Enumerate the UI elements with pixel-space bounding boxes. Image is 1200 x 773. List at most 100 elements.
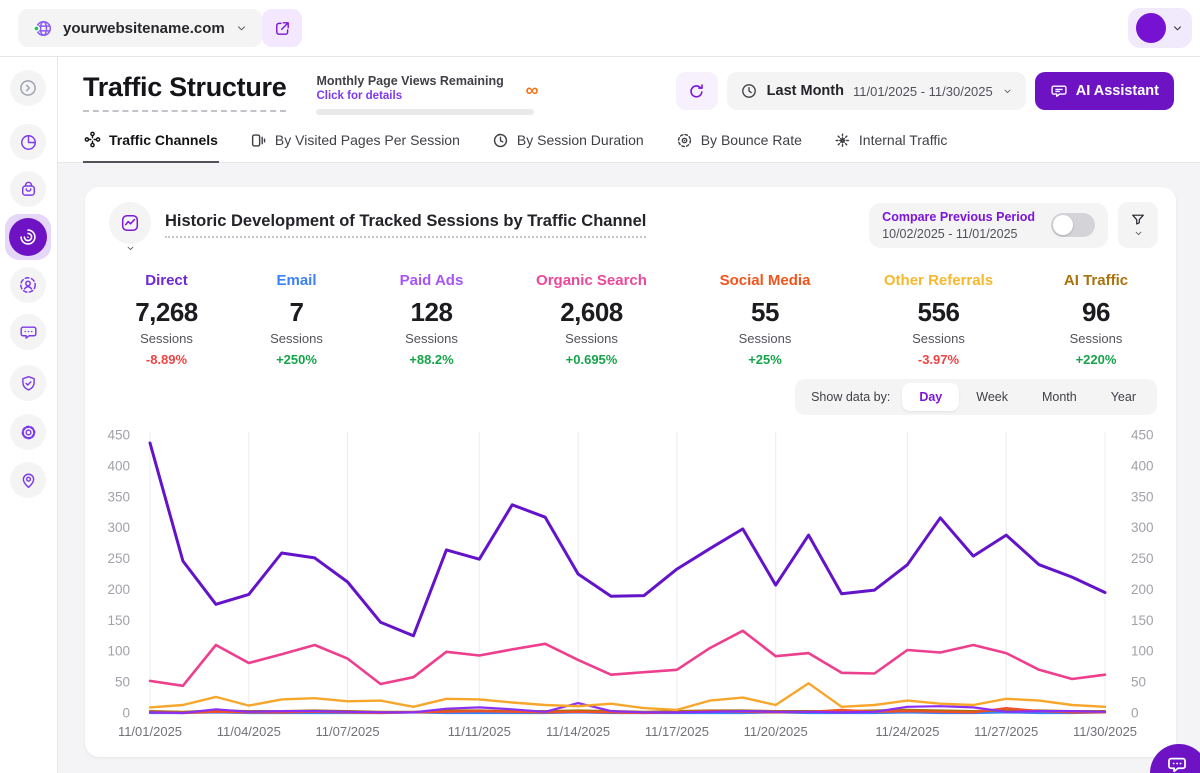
svg-text:150: 150 [107,613,130,628]
svg-text:450: 450 [1131,428,1154,443]
svg-text:11/01/2025: 11/01/2025 [118,724,182,739]
bounce-rate-icon [676,132,693,149]
stat-other-referrals[interactable]: Other Referrals556Sessions-3.97% [851,272,1026,367]
website-selector[interactable]: yourwebsitename.com [18,9,262,47]
svg-text:350: 350 [107,489,130,504]
sidebar-item-map-pin[interactable] [10,462,46,498]
svg-text:300: 300 [107,520,130,535]
external-link-icon [273,19,292,38]
tab-internal-traffic[interactable]: Internal Traffic [833,131,948,162]
session-duration-icon [492,132,509,149]
stat-sub: Sessions [851,331,1026,346]
svg-text:0: 0 [1131,706,1139,721]
internal-traffic-icon [834,132,851,149]
stat-direct[interactable]: Direct7,268Sessions-8.89% [99,272,234,367]
sidebar-item-active[interactable] [5,214,51,260]
stat-ai-traffic[interactable]: AI Traffic96Sessions+220% [1026,272,1166,367]
tab-label: By Session Duration [517,132,644,148]
ai-assistant-button[interactable]: AI Assistant [1035,72,1174,110]
svg-text:11/17/2025: 11/17/2025 [645,724,709,739]
tab-traffic-channels[interactable]: Traffic Channels [83,131,219,163]
stat-paid-ads[interactable]: Paid Ads128Sessions+88.2% [359,272,504,367]
stat-value: 7 [234,297,359,328]
refresh-icon [687,82,706,101]
sidebar-item-pie-chart[interactable] [10,124,46,160]
website-name: yourwebsitename.com [63,20,225,37]
stat-social-media[interactable]: Social Media55Sessions+25% [679,272,851,367]
stat-label: AI Traffic [1026,272,1166,289]
svg-text:250: 250 [1131,551,1154,566]
stat-value: 2,608 [504,297,679,328]
granularity-option-year[interactable]: Year [1094,383,1153,411]
chart-type-chip[interactable] [109,202,151,244]
granularity-option-day[interactable]: Day [902,383,959,411]
svg-text:200: 200 [107,582,130,597]
compare-label: Compare Previous Period [882,210,1035,224]
shopping-bag-icon [19,180,38,199]
svg-text:350: 350 [1131,489,1154,504]
stat-delta: +0.695% [504,352,679,367]
quota-progress-bar [316,109,534,115]
filter-button[interactable] [1118,202,1158,248]
chevron-down-icon [235,22,248,35]
stat-email[interactable]: Email7Sessions+250% [234,272,359,367]
open-website-button[interactable] [262,9,302,47]
svg-text:400: 400 [107,458,130,473]
svg-text:11/24/2025: 11/24/2025 [875,724,939,739]
stat-organic-search[interactable]: Organic Search2,608Sessions+0.695% [504,272,679,367]
chat-dots-icon [19,323,38,342]
share-nodes-icon [84,131,101,148]
svg-text:450: 450 [107,428,130,443]
sessions-chart: 11/01/202511/04/202511/07/202511/11/2025… [85,420,1176,750]
tab-by-session-duration[interactable]: By Session Duration [491,131,645,162]
date-range-picker[interactable]: Last Month 11/01/2025 - 11/30/2025 [727,72,1026,110]
sidebar-item-collapse-arrow[interactable] [10,70,46,106]
stat-label: Direct [99,272,234,289]
svg-text:300: 300 [1131,520,1154,535]
sidebar-item-user-scan[interactable] [10,267,46,303]
tab-by-visited-pages-per-session[interactable]: By Visited Pages Per Session [249,131,461,162]
svg-text:400: 400 [1131,458,1154,473]
collapse-arrow-icon [18,78,38,98]
refresh-button[interactable] [676,72,718,110]
stat-delta: +250% [234,352,359,367]
clock-icon [740,82,758,100]
svg-text:11/20/2025: 11/20/2025 [744,724,808,739]
stat-sub: Sessions [99,331,234,346]
ai-assistant-label: AI Assistant [1076,83,1159,99]
avatar [1136,13,1166,43]
sidebar-item-chat-dots[interactable] [10,314,46,350]
main-area: Traffic Structure Monthly Page Views Rem… [57,56,1200,773]
svg-text:11/07/2025: 11/07/2025 [316,724,380,739]
compare-toggle[interactable] [1051,213,1095,237]
gear-icon [19,423,38,442]
stat-delta: +88.2% [359,352,504,367]
svg-text:100: 100 [107,644,130,659]
sidebar-item-shield-check[interactable] [10,365,46,401]
tab-by-bounce-rate[interactable]: By Bounce Rate [675,131,803,162]
page-title: Traffic Structure [83,72,286,112]
quota-details-link[interactable]: Click for details [316,90,534,102]
quota-label: Monthly Page Views Remaining [316,74,534,88]
stat-sub: Sessions [679,331,851,346]
chevron-down-icon [125,243,136,254]
sessions-card: Historic Development of Tracked Sessions… [85,187,1176,757]
stat-value: 7,268 [99,297,234,328]
period-range: 11/01/2025 - 11/30/2025 [853,84,993,99]
radar-icon [18,227,38,247]
infinity-value: ∞ [526,81,539,99]
card-title: Historic Development of Tracked Sessions… [165,212,646,238]
svg-text:11/04/2025: 11/04/2025 [217,724,281,739]
compare-previous-period: Compare Previous Period 10/02/2025 - 11/… [869,203,1108,248]
pie-chart-icon [19,133,38,152]
svg-text:11/27/2025: 11/27/2025 [974,724,1038,739]
granularity-option-month[interactable]: Month [1025,383,1094,411]
sidebar-item-shopping-bag[interactable] [10,171,46,207]
stat-sub: Sessions [359,331,504,346]
user-menu[interactable] [1128,8,1192,48]
granularity-option-week[interactable]: Week [959,383,1025,411]
sessions-chart-svg: 11/01/202511/04/202511/07/202511/11/2025… [85,420,1176,750]
stat-value: 128 [359,297,504,328]
period-label: Last Month [767,83,844,99]
sidebar-item-gear[interactable] [10,414,46,450]
